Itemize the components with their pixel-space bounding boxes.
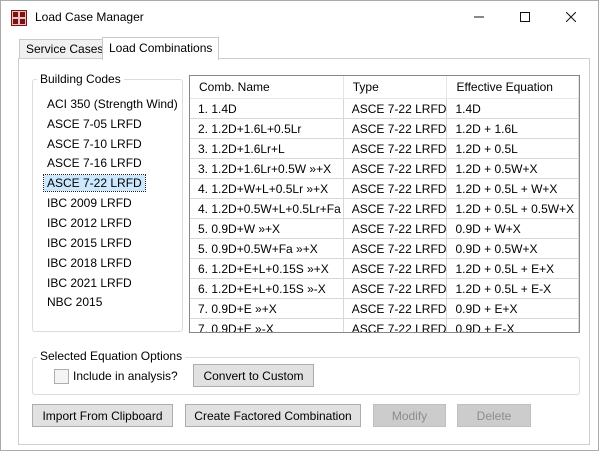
equation-cell: 1.2D + 0.5L + E-X: [446, 278, 579, 299]
title-bar: Load Case Manager: [1, 1, 598, 33]
comb-name-cell: 7. 0.9D+E »+X: [190, 298, 344, 319]
building-codes-label: Building Codes: [37, 72, 124, 86]
type-cell: ASCE 7-22 LRFD: [343, 178, 448, 199]
import-from-clipboard-button[interactable]: Import From Clipboard: [32, 404, 173, 427]
type-cell: ASCE 7-22 LRFD: [343, 278, 448, 299]
table-row[interactable]: 1. 1.4D ASCE 7-22 LRFD 1.4D: [190, 98, 579, 119]
table-row[interactable]: 3. 1.2D+1.6Lr+L ASCE 7-22 LRFD 1.2D + 0.5L: [190, 138, 579, 159]
comb-name-cell: 5. 0.9D+W »+X: [190, 218, 344, 239]
code-item[interactable]: ASCE 7-10 LRFD: [47, 137, 142, 151]
comb-name-cell: 6. 1.2D+E+L+0.15S »-X: [190, 278, 344, 299]
equation-cell: 0.9D + E-X: [446, 318, 579, 332]
code-item[interactable]: ACI 350 (Strength Wind): [47, 97, 178, 111]
code-item[interactable]: IBC 2012 LRFD: [47, 216, 132, 230]
table-row[interactable]: 2. 1.2D+1.6L+0.5Lr ASCE 7-22 LRFD 1.2D + 1…: [190, 118, 579, 139]
selected-equation-options-label: Selected Equation Options: [37, 349, 186, 363]
equation-cell: 1.2D + 1.6L: [446, 118, 579, 139]
code-item-selected[interactable]: ASCE 7-22 LRFD: [43, 174, 146, 192]
convert-to-custom-button[interactable]: Convert to Custom: [193, 364, 314, 387]
app-logo-icon: [11, 10, 27, 26]
comb-name-cell: 6. 1.2D+E+L+0.15S »+X: [190, 258, 344, 279]
column-header-type[interactable]: Type: [343, 76, 448, 99]
window-title: Load Case Manager: [35, 10, 144, 24]
code-item[interactable]: IBC 2018 LRFD: [47, 256, 132, 270]
type-cell: ASCE 7-22 LRFD: [343, 98, 448, 119]
minimize-icon[interactable]: [456, 1, 502, 33]
comb-name-cell: 4. 1.2D+0.5W+L+0.5Lr+Fa: [190, 198, 344, 219]
close-icon[interactable]: [548, 1, 594, 33]
table-row[interactable]: 7. 0.9D+E »+X ASCE 7-22 LRFD 0.9D + E+X: [190, 298, 579, 319]
convert-to-custom-label: Convert to Custom: [203, 368, 304, 383]
tab-load-combinations[interactable]: Load Combinations: [102, 37, 220, 60]
type-cell: ASCE 7-22 LRFD: [343, 158, 448, 179]
load-case-manager-window: Load Case Manager Service Cases Load Com…: [0, 0, 599, 451]
table-row[interactable]: 6. 1.2D+E+L+0.15S »-X ASCE 7-22 LRFD 1.2D …: [190, 278, 579, 299]
type-cell: ASCE 7-22 LRFD: [343, 138, 448, 159]
comb-name-cell: 1. 1.4D: [190, 98, 344, 119]
equation-cell: 1.2D + 0.5W+X: [446, 158, 579, 179]
include-in-analysis-label: Include in analysis?: [73, 369, 178, 383]
equation-cell: 0.9D + W+X: [446, 218, 579, 239]
table-row[interactable]: 3. 1.2D+1.6Lr+0.5W »+X ASCE 7-22 LRFD 1.2D…: [190, 158, 579, 179]
equation-cell: 0.9D + E+X: [446, 298, 579, 319]
table-row[interactable]: 4. 1.2D+0.5W+L+0.5Lr+Fa ASCE 7-22 LRFD 1.2…: [190, 198, 579, 219]
type-cell: ASCE 7-22 LRFD: [343, 318, 448, 332]
table-header-row: Comb. Name Type Effective Equation: [190, 76, 579, 99]
table-row[interactable]: 7. 0.9D+E »-X ASCE 7-22 LRFD 0.9D + E-X: [190, 318, 579, 332]
delete-label: Delete: [476, 408, 512, 423]
comb-name-cell: 7. 0.9D+E »-X: [190, 318, 344, 332]
equation-cell: 1.2D + 0.5L + E+X: [446, 258, 579, 279]
table-row[interactable]: 4. 1.2D+W+L+0.5Lr »+X ASCE 7-22 LRFD 1.2D …: [190, 178, 579, 199]
type-cell: ASCE 7-22 LRFD: [343, 238, 448, 259]
create-factored-combination-button[interactable]: Create Factored Combination: [185, 404, 361, 427]
code-item[interactable]: ASCE 7-16 LRFD: [47, 156, 142, 170]
comb-name-cell: 5. 0.9D+0.5W+Fa »+X: [190, 238, 344, 259]
type-cell: ASCE 7-22 LRFD: [343, 258, 448, 279]
equation-cell: 0.9D + 0.5W+X: [446, 238, 579, 259]
tab-load-combinations-label: Load Combinations: [109, 41, 213, 55]
code-item[interactable]: IBC 2015 LRFD: [47, 236, 132, 250]
equation-cell: 1.2D + 0.5L + W+X: [446, 178, 579, 199]
type-cell: ASCE 7-22 LRFD: [343, 298, 448, 319]
comb-name-cell: 2. 1.2D+1.6L+0.5Lr: [190, 118, 344, 139]
modify-button[interactable]: Modify: [373, 404, 446, 427]
create-factored-combination-label: Create Factored Combination: [194, 408, 352, 423]
include-in-analysis-checkbox[interactable]: [54, 369, 69, 384]
import-from-clipboard-label: Import From Clipboard: [42, 408, 163, 423]
equation-cell: 1.4D: [446, 98, 579, 119]
combinations-table: Comb. Name Type Effective Equation 1. 1.…: [190, 76, 579, 332]
code-item[interactable]: IBC 2021 LRFD: [47, 276, 132, 290]
code-item[interactable]: NBC 2015: [47, 295, 102, 309]
comb-name-cell: 3. 1.2D+1.6Lr+L: [190, 138, 344, 159]
tab-service-cases[interactable]: Service Cases: [19, 39, 111, 60]
delete-button[interactable]: Delete: [457, 404, 531, 427]
combinations-grid[interactable]: Comb. Name Type Effective Equation 1. 1.…: [189, 75, 580, 333]
column-header-comb-name[interactable]: Comb. Name: [190, 76, 344, 99]
type-cell: ASCE 7-22 LRFD: [343, 118, 448, 139]
modify-label: Modify: [391, 408, 428, 423]
table-row[interactable]: 5. 0.9D+W »+X ASCE 7-22 LRFD 0.9D + W+X: [190, 218, 579, 239]
column-header-effective-equation[interactable]: Effective Equation: [446, 76, 579, 99]
comb-name-cell: 4. 1.2D+W+L+0.5Lr »+X: [190, 178, 344, 199]
table-row[interactable]: 5. 0.9D+0.5W+Fa »+X ASCE 7-22 LRFD 0.9D + …: [190, 238, 579, 259]
code-item[interactable]: IBC 2009 LRFD: [47, 196, 132, 210]
code-item[interactable]: ASCE 7-05 LRFD: [47, 117, 142, 131]
tab-service-cases-label: Service Cases: [26, 42, 104, 56]
type-cell: ASCE 7-22 LRFD: [343, 218, 448, 239]
table-row[interactable]: 6. 1.2D+E+L+0.15S »+X ASCE 7-22 LRFD 1.2D …: [190, 258, 579, 279]
maximize-icon[interactable]: [502, 1, 548, 33]
equation-cell: 1.2D + 0.5L + 0.5W+X: [446, 198, 579, 219]
type-cell: ASCE 7-22 LRFD: [343, 198, 448, 219]
comb-name-cell: 3. 1.2D+1.6Lr+0.5W »+X: [190, 158, 344, 179]
equation-cell: 1.2D + 0.5L: [446, 138, 579, 159]
